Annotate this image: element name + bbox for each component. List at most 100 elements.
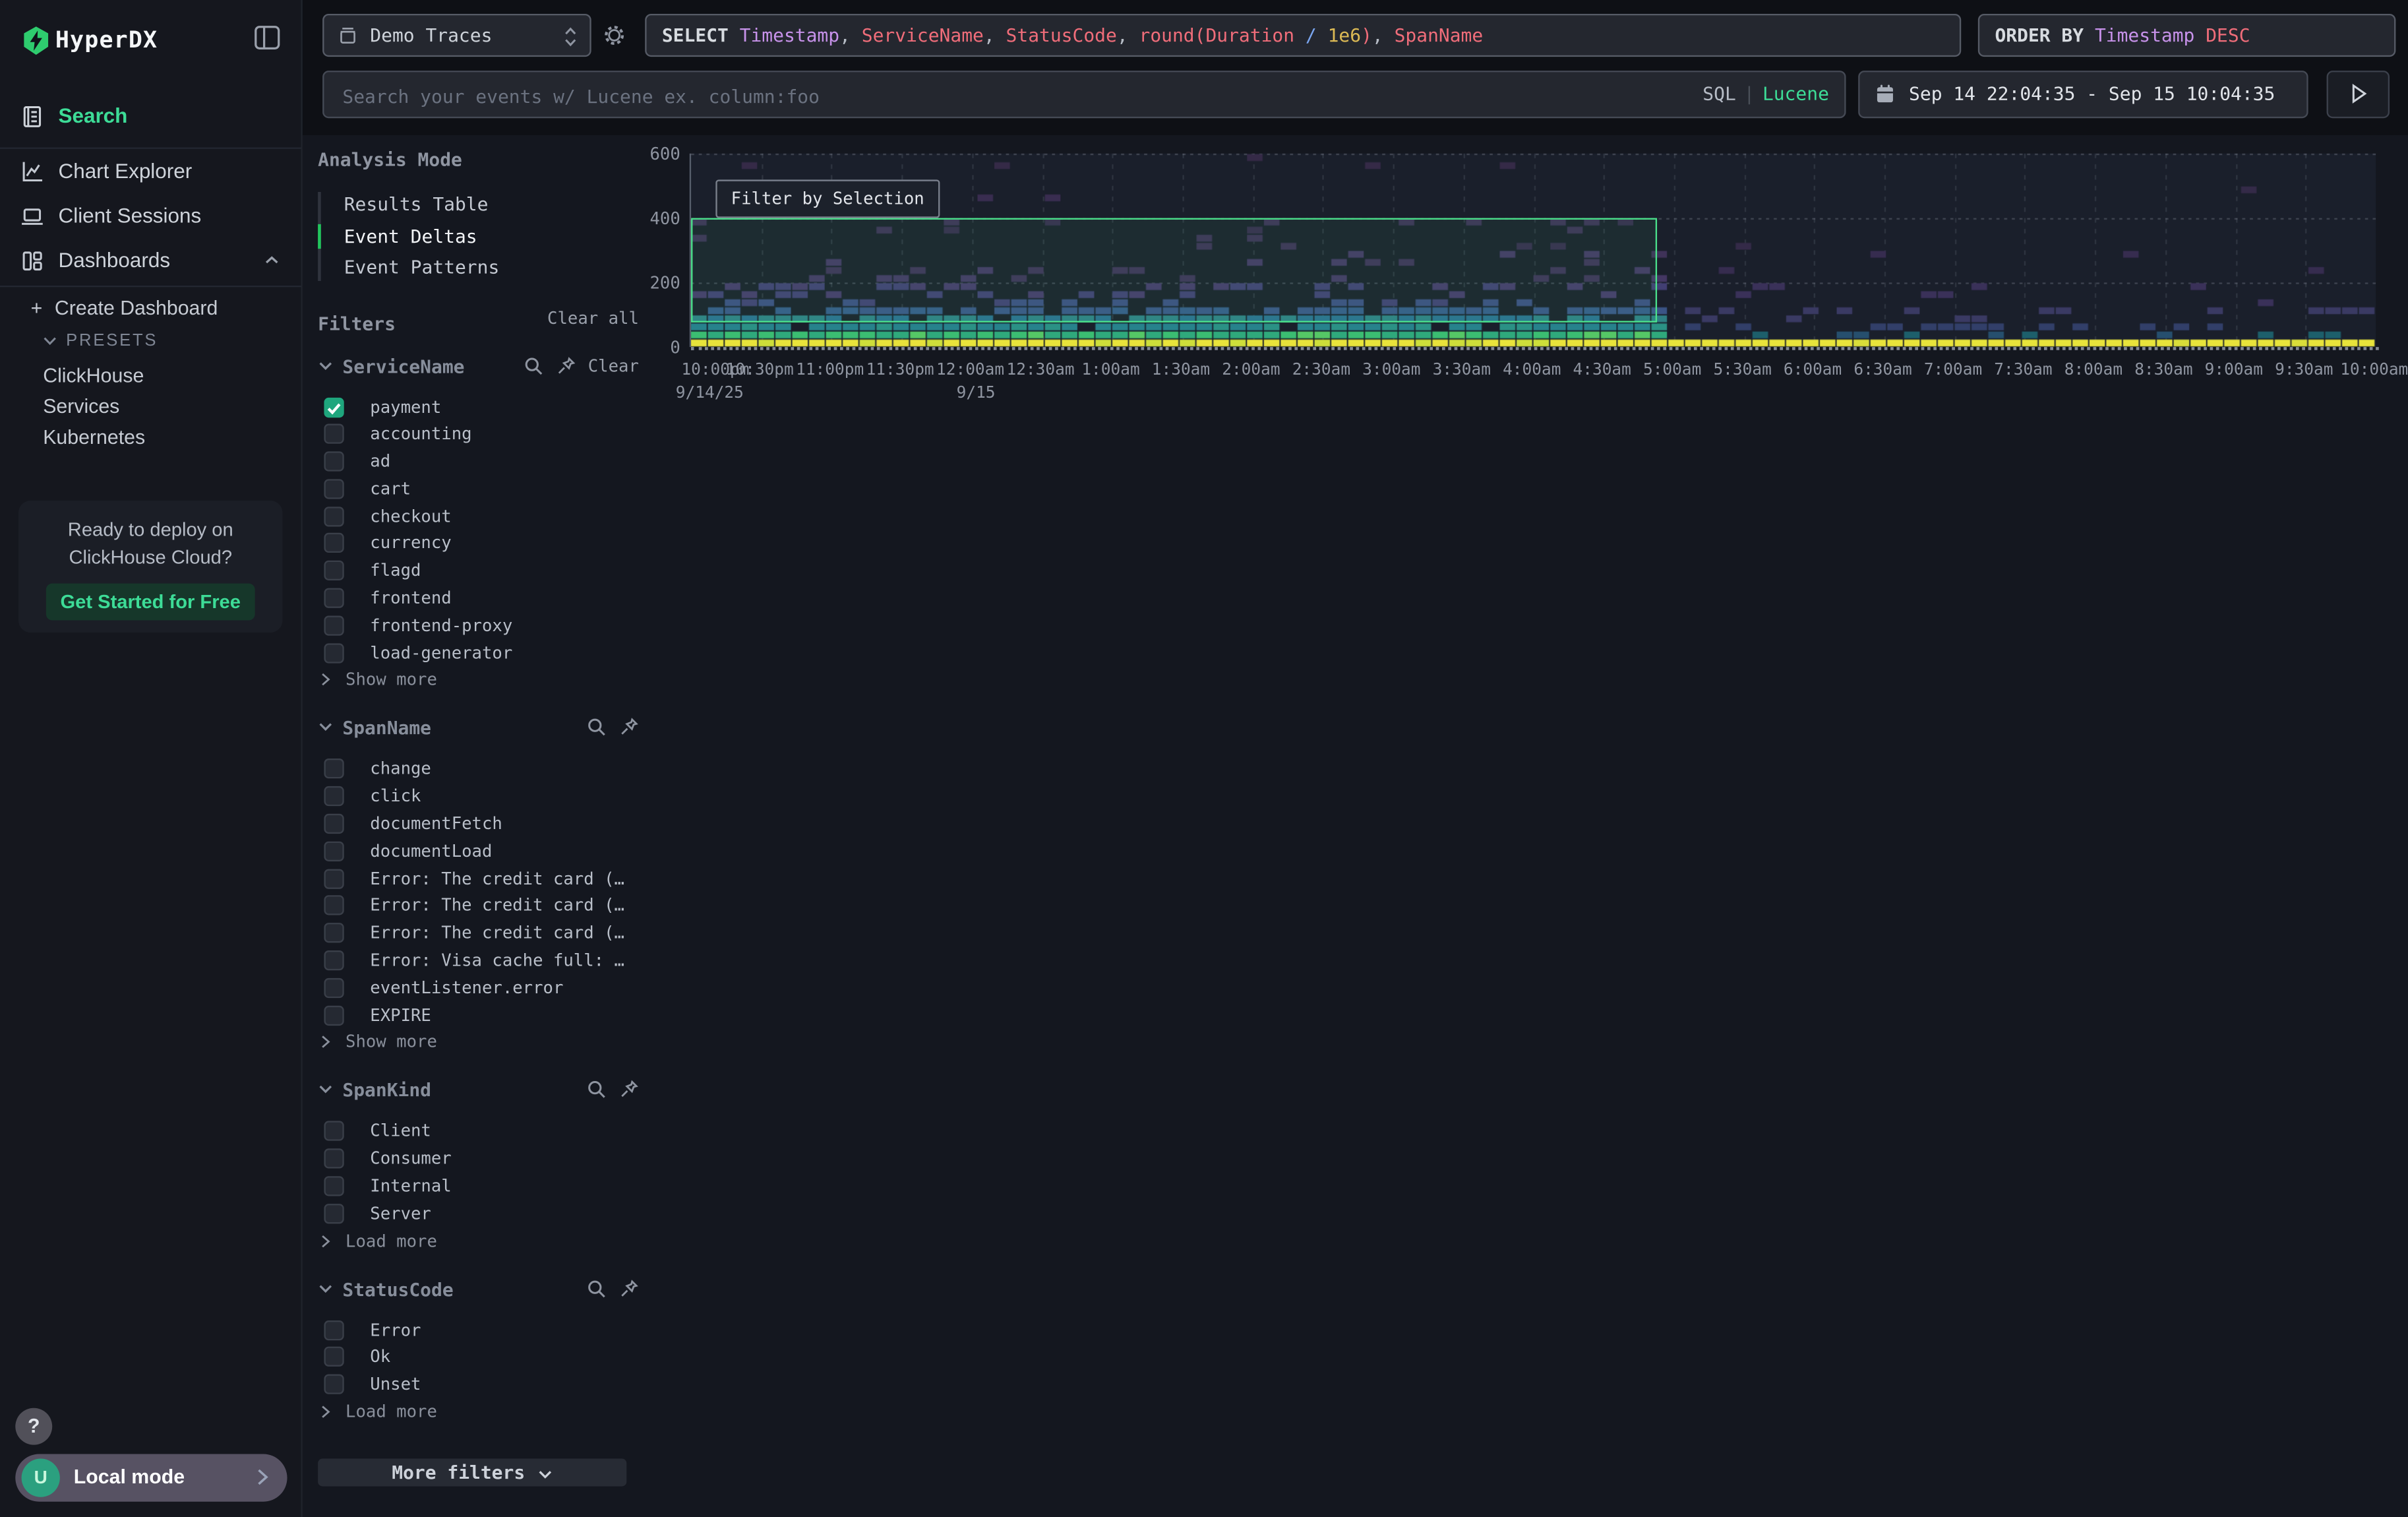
more-filters-button[interactable]: More filters <box>318 1459 626 1487</box>
checkbox[interactable] <box>324 1149 344 1169</box>
analysis-mode-option[interactable]: Event Deltas <box>318 220 639 252</box>
filter-checkbox-item[interactable]: Unset <box>318 1371 639 1398</box>
checkbox[interactable] <box>324 759 344 779</box>
filter-checkbox-item[interactable]: currency <box>318 530 639 557</box>
filter-checkbox-item[interactable]: Ok <box>318 1344 639 1371</box>
checkbox[interactable] <box>324 923 344 943</box>
source-select[interactable]: Demo Traces <box>322 14 591 57</box>
search-icon[interactable] <box>524 356 543 375</box>
checkbox[interactable] <box>324 588 344 608</box>
show-more-link[interactable]: Load more <box>318 1402 639 1425</box>
duration-heatmap-plot[interactable]: Filter by Selection <box>690 154 2376 347</box>
pin-icon[interactable] <box>619 718 639 737</box>
pin-icon[interactable] <box>556 356 576 375</box>
checkbox[interactable] <box>324 615 344 635</box>
checkbox[interactable] <box>324 787 344 807</box>
checkbox[interactable] <box>324 869 344 888</box>
checkbox[interactable] <box>324 950 344 970</box>
filter-checkbox-item[interactable]: Error: The credit card (… <box>318 865 639 892</box>
checkbox[interactable] <box>324 1375 344 1394</box>
clear-filter-link[interactable]: Clear <box>588 356 639 375</box>
filter-group-header[interactable]: StatusCode <box>318 1278 639 1303</box>
checkbox[interactable] <box>324 561 344 580</box>
checkbox[interactable] <box>324 534 344 553</box>
help-button[interactable]: ? <box>15 1408 52 1445</box>
filter-group-header[interactable]: SpanKind <box>318 1080 639 1105</box>
pin-icon[interactable] <box>619 1080 639 1100</box>
search-input[interactable] <box>340 77 1513 115</box>
pin-icon[interactable] <box>619 1278 639 1298</box>
filter-checkbox-item[interactable]: flagd <box>318 558 639 585</box>
filter-checkbox-item[interactable]: load-generator <box>318 640 639 667</box>
clear-all-filters-link[interactable]: Clear all <box>547 308 639 328</box>
show-more-link[interactable]: Load more <box>318 1231 639 1254</box>
search-icon[interactable] <box>587 1080 607 1100</box>
checkbox[interactable] <box>324 506 344 526</box>
filter-checkbox-item[interactable]: eventListener.error <box>318 975 639 1002</box>
sidebar-item-client-sessions[interactable]: Client Sessions <box>0 198 301 235</box>
filter-group-header[interactable]: SpanName <box>318 718 639 742</box>
filter-checkbox-item[interactable]: accounting <box>318 421 639 449</box>
checkbox[interactable] <box>324 479 344 499</box>
show-more-link[interactable]: Show more <box>318 1032 639 1055</box>
create-dashboard-button[interactable]: +Create Dashboard <box>31 296 218 319</box>
checkbox[interactable] <box>324 424 344 444</box>
filter-checkbox-item[interactable]: Error: Visa cache full: … <box>318 947 639 974</box>
sidebar-item-services[interactable]: Services <box>43 394 119 418</box>
sql-select-input[interactable]: SELECT Timestamp, ServiceName, StatusCod… <box>645 14 1961 57</box>
filter-checkbox-item[interactable]: ad <box>318 449 639 476</box>
checkbox[interactable] <box>324 452 344 472</box>
filter-checkbox-item[interactable]: cart <box>318 476 639 503</box>
sidebar-item-chart-explorer[interactable]: Chart Explorer <box>0 154 301 191</box>
sidebar-item-kubernetes[interactable]: Kubernetes <box>43 425 145 449</box>
local-mode-menu[interactable]: U Local mode <box>15 1454 287 1502</box>
filter-checkbox-item[interactable]: checkout <box>318 503 639 530</box>
sql-mode-button[interactable]: SQL <box>1702 83 1736 105</box>
checkbox[interactable] <box>324 1176 344 1196</box>
run-query-button[interactable] <box>2327 71 2390 118</box>
presets-toggle[interactable]: PRESETS <box>43 332 158 350</box>
checkbox[interactable] <box>324 1204 344 1223</box>
search-icon[interactable] <box>587 1278 607 1298</box>
time-range-picker[interactable]: Sep 14 22:04:35 - Sep 15 10:04:35 <box>1858 71 2308 118</box>
filter-group-header[interactable]: ServiceName Clear <box>318 356 639 380</box>
lucene-mode-button[interactable]: Lucene <box>1762 83 1829 105</box>
filter-checkbox-item[interactable]: click <box>318 784 639 811</box>
filter-checkbox-item[interactable]: Error: The credit card (… <box>318 893 639 920</box>
filter-by-selection-tooltip[interactable]: Filter by Selection <box>715 179 940 218</box>
analysis-mode-option[interactable]: Results Table <box>318 189 639 220</box>
gear-icon[interactable] <box>602 23 626 47</box>
filter-checkbox-item[interactable]: Error <box>318 1316 639 1344</box>
checkbox[interactable] <box>324 1121 344 1141</box>
filter-checkbox-item[interactable]: Internal <box>318 1173 639 1200</box>
sidebar-collapse-icon[interactable] <box>253 24 281 51</box>
checkbox[interactable] <box>324 814 344 834</box>
filter-checkbox-item[interactable]: documentFetch <box>318 811 639 838</box>
checkbox[interactable] <box>324 1320 344 1340</box>
checkbox[interactable] <box>324 1005 344 1025</box>
filter-checkbox-item[interactable]: frontend <box>318 585 639 612</box>
sidebar-item-dashboards[interactable]: Dashboards <box>0 243 301 280</box>
filter-checkbox-item[interactable]: Error: The credit card (… <box>318 920 639 947</box>
show-more-link[interactable]: Show more <box>318 670 639 693</box>
checkbox[interactable] <box>324 1347 344 1367</box>
filter-checkbox-item[interactable]: Consumer <box>318 1146 639 1173</box>
analysis-mode-option[interactable]: Event Patterns <box>318 252 639 284</box>
checkbox[interactable] <box>324 397 344 417</box>
sidebar-item-search[interactable]: Search <box>0 98 301 135</box>
filter-checkbox-item[interactable]: Server <box>318 1200 639 1227</box>
order-by-input[interactable]: ORDER BY Timestamp DESC <box>1978 14 2396 57</box>
get-started-button[interactable]: Get Started for Free <box>46 584 255 621</box>
filter-checkbox-item[interactable]: EXPIRE <box>318 1002 639 1029</box>
filter-checkbox-item[interactable]: change <box>318 756 639 783</box>
filter-checkbox-item[interactable]: frontend-proxy <box>318 613 639 640</box>
checkbox[interactable] <box>324 643 344 663</box>
filter-checkbox-item[interactable]: documentLoad <box>318 838 639 865</box>
sidebar-item-clickhouse[interactable]: ClickHouse <box>43 364 144 387</box>
selection-rectangle[interactable] <box>691 218 1656 323</box>
checkbox[interactable] <box>324 896 344 915</box>
checkbox[interactable] <box>324 978 344 998</box>
filter-checkbox-item[interactable]: payment <box>318 394 639 421</box>
filter-checkbox-item[interactable]: Client <box>318 1119 639 1146</box>
checkbox[interactable] <box>324 841 344 861</box>
